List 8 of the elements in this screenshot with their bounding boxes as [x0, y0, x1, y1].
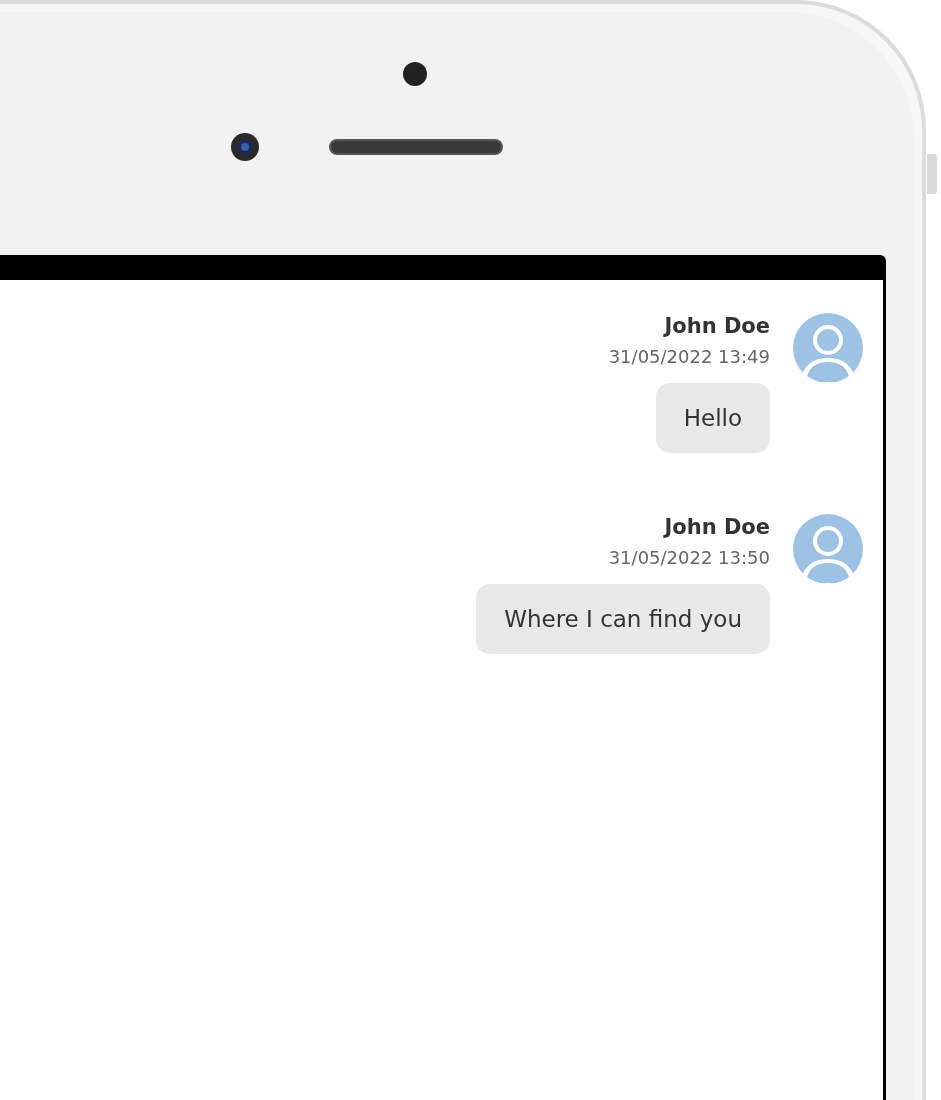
message-bubble: Hello — [655, 383, 770, 453]
author-name: John Doe — [664, 314, 770, 338]
sensor-dot — [403, 62, 427, 86]
message-bubble: Where I can find you — [476, 584, 770, 654]
message-timestamp: 31/05/2022 13:50 — [608, 547, 770, 568]
author-name: John Doe — [664, 515, 770, 539]
camera-icon — [230, 132, 260, 162]
message-timestamp: 31/05/2022 13:49 — [608, 346, 770, 367]
